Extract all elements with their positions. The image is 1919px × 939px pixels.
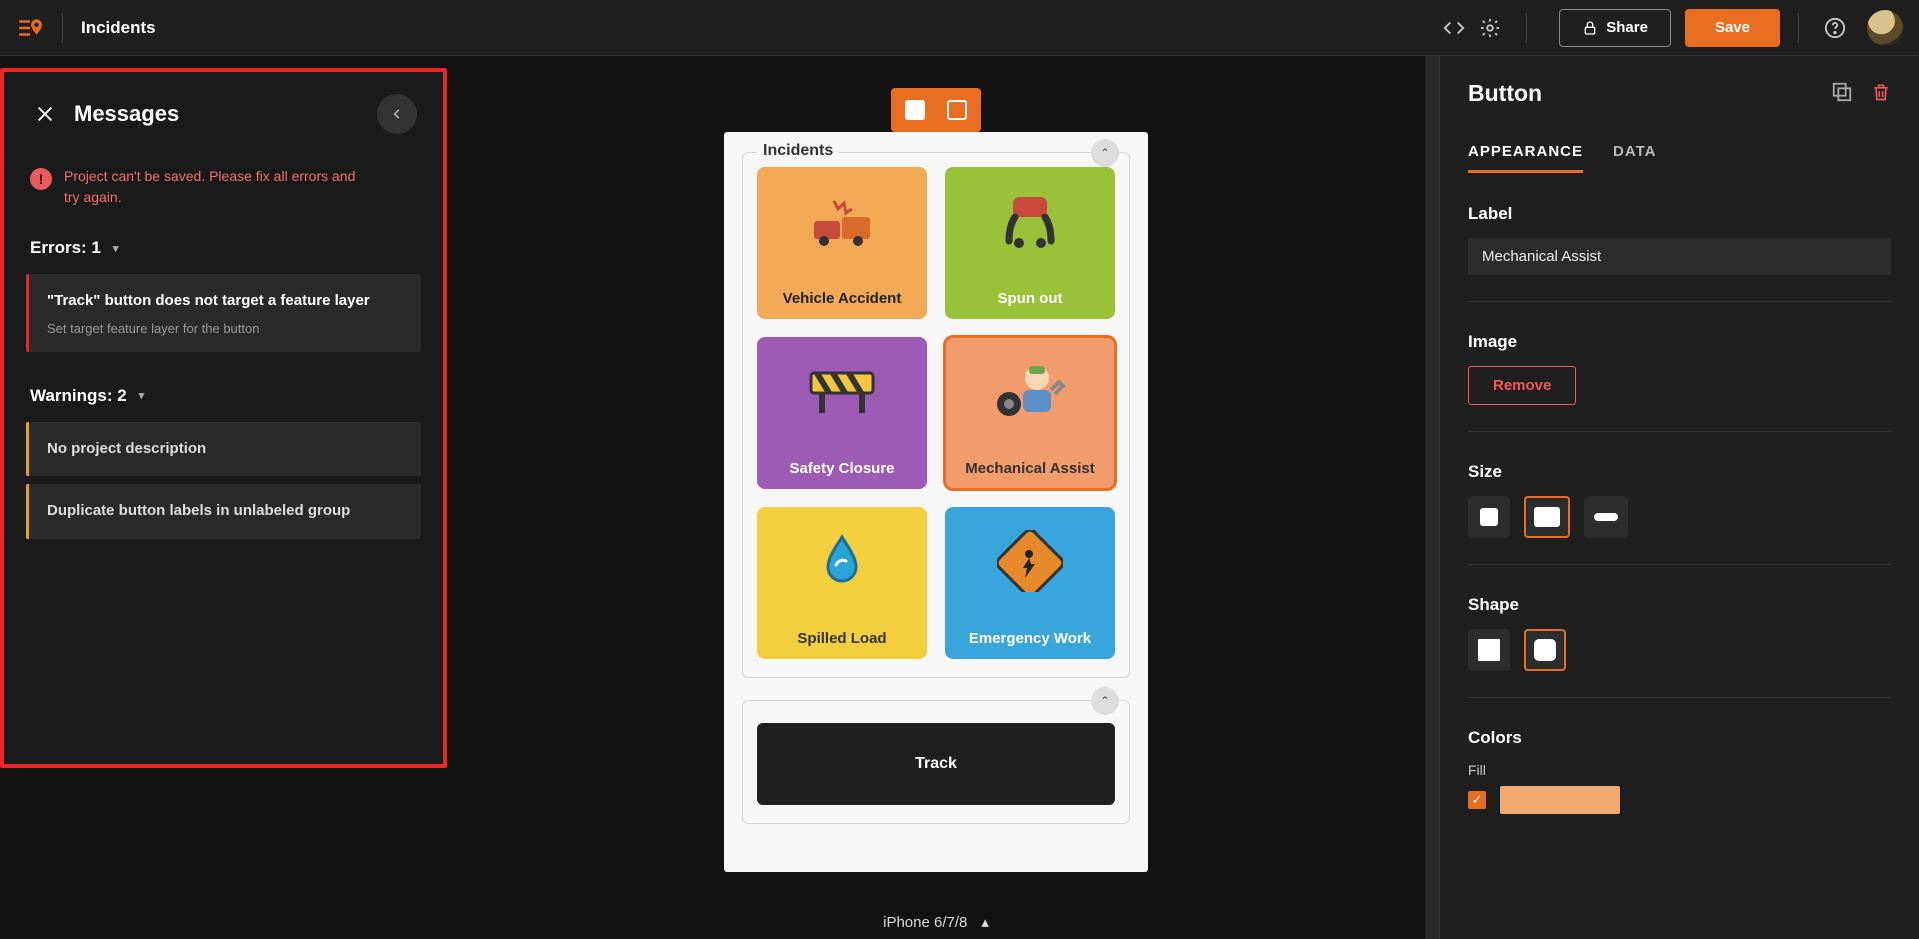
divider	[1798, 13, 1799, 43]
tile-vehicle-accident[interactable]: Vehicle Accident	[757, 167, 927, 319]
error-item[interactable]: "Track" button does not target a feature…	[26, 274, 421, 352]
label-input[interactable]	[1468, 238, 1891, 275]
device-label: iPhone 6/7/8	[883, 914, 967, 931]
tile-label: Mechanical Assist	[965, 460, 1095, 477]
share-button-label: Share	[1606, 19, 1648, 36]
spun-out-icon	[945, 181, 1115, 261]
device-orientation-toggle	[891, 88, 981, 132]
messages-panel: Messages ! Project can't be saved. Pleas…	[0, 68, 447, 768]
divider	[62, 13, 63, 43]
fill-checkbox[interactable]: ✓	[1468, 791, 1486, 809]
user-avatar[interactable]	[1867, 10, 1903, 46]
canvas-scrollbar[interactable]	[1425, 56, 1439, 939]
tile-label: Emergency Work	[969, 630, 1091, 647]
device-preview: Incidents ⌃ Vehicle Accident Spun out	[724, 132, 1148, 872]
project-title: Incidents	[81, 18, 156, 38]
shape-sharp-option[interactable]	[1468, 629, 1510, 671]
canvas-area: Incidents ⌃ Vehicle Accident Spun out	[447, 56, 1425, 939]
device-selector[interactable]: iPhone 6/7/8 ▴	[447, 913, 1425, 931]
collapse-group-icon[interactable]: ⌃	[1091, 687, 1119, 715]
emergency-work-icon	[945, 521, 1115, 601]
shape-heading: Shape	[1468, 595, 1891, 615]
remove-image-button[interactable]: Remove	[1468, 366, 1576, 405]
spilled-load-icon	[757, 521, 927, 601]
size-small-option[interactable]	[1468, 496, 1510, 538]
chevron-down-icon: ▾	[139, 389, 145, 402]
tile-mechanical-assist[interactable]: Mechanical Assist	[945, 337, 1115, 489]
tile-spilled-load[interactable]: Spilled Load	[757, 507, 927, 659]
warning-item[interactable]: Duplicate button labels in unlabeled gro…	[26, 484, 421, 539]
tile-label: Spun out	[998, 290, 1063, 307]
fill-label: Fill	[1468, 762, 1891, 778]
portrait-toggle[interactable]	[901, 96, 929, 124]
warning-title: No project description	[47, 438, 403, 461]
size-large-option[interactable]	[1584, 496, 1628, 538]
tile-label: Vehicle Accident	[783, 290, 902, 307]
tile-label: Spilled Load	[797, 630, 886, 647]
incidents-group: Incidents ⌃ Vehicle Accident Spun out	[742, 152, 1130, 678]
share-button[interactable]: Share	[1559, 9, 1671, 47]
chevron-down-icon: ▾	[113, 242, 119, 255]
warning-item[interactable]: No project description	[26, 422, 421, 477]
close-messages-icon[interactable]	[34, 103, 56, 125]
save-error-text: Project can't be saved. Please fix all e…	[64, 166, 364, 208]
mechanical-assist-icon	[945, 351, 1115, 431]
delete-icon[interactable]	[1871, 81, 1891, 106]
safety-closure-icon	[757, 351, 927, 431]
landscape-toggle[interactable]	[943, 96, 971, 124]
properties-panel: Button APPEARANCE DATA Label Image Remov…	[1439, 56, 1919, 939]
vehicle-accident-icon	[757, 181, 927, 261]
tile-emergency-work[interactable]: Emergency Work	[945, 507, 1115, 659]
duplicate-icon[interactable]	[1831, 81, 1853, 106]
properties-title: Button	[1468, 80, 1813, 107]
tile-spun-out[interactable]: Spun out	[945, 167, 1115, 319]
size-heading: Size	[1468, 462, 1891, 482]
collapse-messages-icon[interactable]	[377, 94, 417, 134]
tile-safety-closure[interactable]: Safety Closure	[757, 337, 927, 489]
collapse-group-icon[interactable]: ⌃	[1091, 139, 1119, 167]
tile-label: Safety Closure	[789, 460, 894, 477]
code-icon[interactable]	[1436, 10, 1472, 46]
colors-heading: Colors	[1468, 728, 1891, 748]
size-medium-option[interactable]	[1524, 496, 1570, 538]
save-button[interactable]: Save	[1685, 9, 1780, 47]
image-heading: Image	[1468, 332, 1891, 352]
warnings-section-toggle[interactable]: Warnings: 2 ▾	[4, 370, 443, 414]
app-logo-icon	[16, 14, 44, 42]
track-button[interactable]: Track	[757, 723, 1115, 805]
lock-icon	[1582, 20, 1598, 36]
help-icon[interactable]	[1817, 10, 1853, 46]
shape-rounded-option[interactable]	[1524, 629, 1566, 671]
tab-data[interactable]: DATA	[1613, 143, 1656, 173]
settings-gear-icon[interactable]	[1472, 10, 1508, 46]
error-subtitle: Set target feature layer for the button	[47, 321, 403, 336]
fill-color-swatch[interactable]	[1500, 786, 1620, 814]
divider	[1526, 13, 1527, 43]
properties-tabs: APPEARANCE DATA	[1468, 143, 1891, 174]
errors-section-toggle[interactable]: Errors: 1 ▾	[4, 222, 443, 266]
error-title: "Track" button does not target a feature…	[47, 290, 403, 313]
messages-title: Messages	[74, 101, 359, 127]
chevron-up-icon: ▴	[981, 913, 989, 931]
error-icon: !	[30, 168, 52, 190]
save-error-alert: ! Project can't be saved. Please fix all…	[4, 152, 443, 222]
warning-title: Duplicate button labels in unlabeled gro…	[47, 500, 403, 523]
label-heading: Label	[1468, 204, 1891, 224]
tab-appearance[interactable]: APPEARANCE	[1468, 143, 1583, 173]
top-bar: Incidents Share Save	[0, 0, 1919, 56]
errors-heading: Errors: 1	[30, 238, 101, 258]
warnings-heading: Warnings: 2	[30, 386, 127, 406]
group-legend: Incidents	[757, 142, 839, 160]
track-group: ⌃ Track	[742, 700, 1130, 824]
